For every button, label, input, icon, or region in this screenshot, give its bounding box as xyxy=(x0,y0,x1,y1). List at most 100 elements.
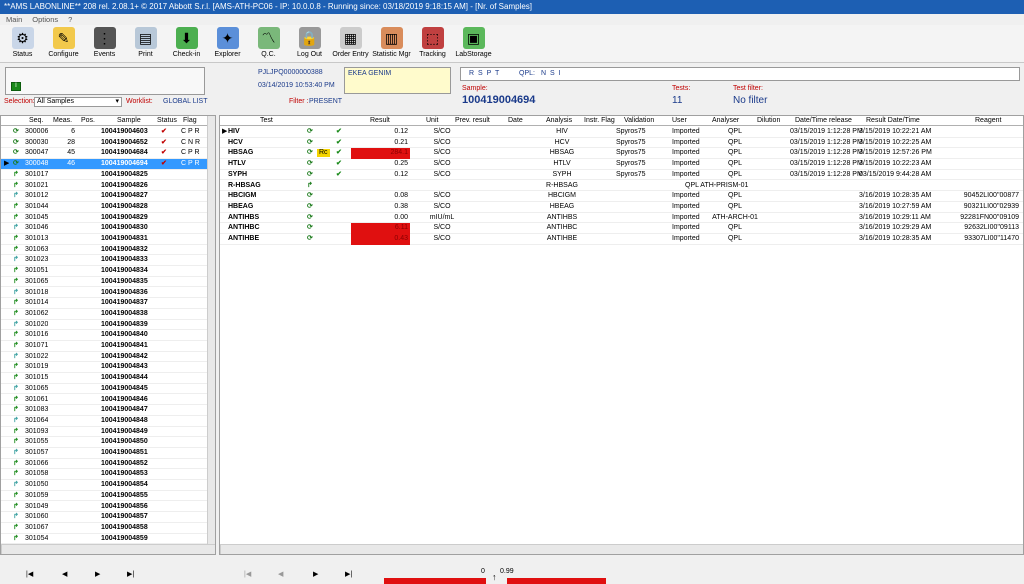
sample-row[interactable]: ↱ 301015 100419004844 xyxy=(1,373,207,384)
tests-column-header[interactable]: Result Date/Time xyxy=(866,116,920,126)
sample-row[interactable]: ↱ 301060 100419004857 xyxy=(1,512,207,523)
toolbar-explorer-button[interactable]: ✦ Explorer xyxy=(207,25,248,63)
toolbar-tracking-button[interactable]: ⬚ Tracking xyxy=(412,25,453,63)
test-row[interactable]: HBCIGM ⟳ 0.08 S/CO HBCIGM Imported QPL 3/16/201… xyxy=(220,191,1023,202)
tests-column-header[interactable]: Result xyxy=(370,116,390,126)
sample-row[interactable]: ↱ 301050 100419004854 xyxy=(1,480,207,491)
sample-row[interactable]: ↱ 301063 100419004832 xyxy=(1,245,207,256)
sample-row[interactable]: ↱ 301054 100419004859 xyxy=(1,534,207,545)
toolbar-labstorage-button[interactable]: ▣ LabStorage xyxy=(453,25,494,63)
sample-row[interactable]: ↱ 301064 100419004848 xyxy=(1,416,207,427)
sample-row[interactable]: ↱ 301023 100419004833 xyxy=(1,255,207,267)
sample-meas xyxy=(65,534,75,545)
sample-row[interactable]: ↱ 301093 100419004849 xyxy=(1,427,207,438)
test-row[interactable]: R-HBSAG ↱ R-HBSAG QPL ATH-PRISM-01 xyxy=(220,181,1023,192)
nav-next-button[interactable]: ▶ xyxy=(95,570,100,578)
tests-column-header[interactable]: Date xyxy=(508,116,523,126)
toolbar-q-c--button[interactable]: 〽 Q.C. xyxy=(248,25,289,63)
menu-help[interactable]: ? xyxy=(68,14,72,25)
tests-column-header[interactable]: User xyxy=(672,116,687,126)
refresh-icon: ⟳ xyxy=(307,235,313,242)
sample-row[interactable]: ↱ 301083 100419004847 xyxy=(1,405,207,416)
test-row[interactable]: SYPH ⟳ ✔ 0.12 S/CO SYPH Spyros75 Imported QPL 03/… xyxy=(220,170,1023,181)
sample-row[interactable]: ↱ 301065 100419004835 xyxy=(1,277,207,288)
tests-column-header[interactable]: Dilution xyxy=(757,116,780,126)
sample-row[interactable]: ⟳ 300047 45 100419004684 C P R ✔ xyxy=(1,148,207,160)
sample-row[interactable]: ↱ 301018 100419004836 xyxy=(1,288,207,299)
tests-column-header[interactable]: Analysis xyxy=(546,116,572,126)
sample-row[interactable]: ↱ 301071 100419004841 xyxy=(1,341,207,352)
sample-row[interactable]: ↱ 301067 100419004858 xyxy=(1,523,207,534)
toolbar-events-button[interactable]: ⋮ Events xyxy=(84,25,125,63)
toolbar-check-in-button[interactable]: ⬇ Check-in xyxy=(166,25,207,63)
tests-column-header[interactable]: Instr. Flag xyxy=(584,116,615,126)
tests-column-header[interactable]: Test xyxy=(260,116,273,126)
sample-row[interactable]: ↱ 301058 100419004853 xyxy=(1,469,207,481)
samples-column-header[interactable]: Meas. xyxy=(53,116,72,126)
samples-column-header[interactable]: Status xyxy=(157,116,177,126)
tests-column-header[interactable]: Validation xyxy=(624,116,654,126)
sample-row[interactable]: ↱ 301021 100419004826 xyxy=(1,181,207,192)
samples-column-header[interactable]: Sample xyxy=(117,116,141,126)
tests-horizontal-scrollbar[interactable] xyxy=(220,544,1023,554)
test-row[interactable]: HCV ⟳ ✔ 0.21 S/CO HCV Spyros75 Imported QPL 03/15… xyxy=(220,138,1023,149)
sample-row[interactable]: ↱ 301022 100419004842 xyxy=(1,352,207,363)
samples-column-header[interactable]: Flag xyxy=(183,116,197,126)
sample-row[interactable]: ↱ 301046 100419004830 xyxy=(1,223,207,234)
sample-row[interactable]: ↱ 301044 100419004828 xyxy=(1,202,207,213)
sample-row[interactable]: ⟳ 300006 6 100419004603 C P R ✔ xyxy=(1,127,207,138)
test-row[interactable]: HBSAG ⟳ Rc ✔ 284.1 S/CO HBSAG Spyros75 Imported Q… xyxy=(220,148,1023,160)
test-row[interactable]: ANTIHBC ⟳ 6.11 S/CO ANTIHBC Imported QPL 3/16/2… xyxy=(220,223,1023,234)
nav-last-button[interactable]: ▶| xyxy=(127,570,134,578)
sample-row[interactable]: ↱ 301049 100419004856 xyxy=(1,502,207,513)
tests-column-header[interactable]: Analyser xyxy=(712,116,739,126)
test-row[interactable]: HTLV ⟳ ✔ 0.25 S/CO HTLV Spyros75 Imported QPL 03/… xyxy=(220,159,1023,170)
sample-row[interactable]: ↱ 301051 100419004834 xyxy=(1,266,207,277)
toolbar-status-button[interactable]: ⚙ Status xyxy=(2,25,43,63)
sample-row[interactable]: ↱ 301059 100419004855 xyxy=(1,491,207,502)
test-row[interactable]: ANTIHBE ⟳ 0.43 S/CO ANTIHBE Imported QPL 3/16/2… xyxy=(220,234,1023,245)
sample-row[interactable]: ↱ 301017 100419004825 xyxy=(1,170,207,181)
test-row[interactable]: ANTIHBS ⟳ 0.00 mIU/mL ANTIHBS Imported ATH-ARC… xyxy=(220,213,1023,224)
sample-row[interactable]: ↱ 301057 100419004851 xyxy=(1,448,207,459)
sample-row[interactable]: ↱ 301055 100419004850 xyxy=(1,437,207,448)
sample-row[interactable]: ↱ 301061 100419004846 xyxy=(1,395,207,406)
samples-column-header[interactable]: Seq. xyxy=(29,116,43,126)
sample-row[interactable]: ↱ 301014 100419004837 xyxy=(1,298,207,309)
menu-options[interactable]: Options xyxy=(32,14,58,25)
menu-main[interactable]: Main xyxy=(6,14,22,25)
test-nav-last-button[interactable]: ▶| xyxy=(345,570,352,578)
sample-row[interactable]: ↱ 301012 100419004827 xyxy=(1,191,207,202)
toolbar-configure-button[interactable]: ✎ Configure xyxy=(43,25,84,63)
tests-column-header[interactable]: Unit xyxy=(426,116,438,126)
sample-meas xyxy=(65,395,75,406)
toolbar-log-out-button[interactable]: 🔒 Log Out xyxy=(289,25,330,63)
sample-row[interactable]: ↱ 301066 100419004852 xyxy=(1,459,207,470)
test-nav-prev-button[interactable]: ◀ xyxy=(278,570,283,578)
test-row[interactable]: HBEAG ⟳ 0.38 S/CO HBEAG Imported QPL 3/16/2019 … xyxy=(220,202,1023,213)
sample-row[interactable]: ↱ 301019 100419004843 xyxy=(1,362,207,374)
selection-dropdown[interactable]: All Samples ▾ xyxy=(34,97,122,107)
sample-row[interactable]: ⟳ 300030 28 100419004652 C N R ✔ xyxy=(1,138,207,149)
tests-column-header[interactable]: Prev. result xyxy=(455,116,490,126)
toolbar-statistic-mgr-button[interactable]: ▥ Statistic Mgr xyxy=(371,25,412,63)
tests-column-header[interactable]: Date/Time release xyxy=(795,116,852,126)
sample-row[interactable]: ↱ 301062 100419004838 xyxy=(1,309,207,320)
sample-row[interactable]: ↱ 301013 100419004831 xyxy=(1,234,207,245)
test-nav-next-button[interactable]: ▶ xyxy=(313,570,318,578)
test-row[interactable]: ▶ HIV ⟳ ✔ 0.12 S/CO HIV Spyros75 Imported QPL 03/1… xyxy=(220,127,1023,138)
sample-row[interactable]: ↱ 301016 100419004840 xyxy=(1,330,207,341)
toolbar-order-entry-button[interactable]: ▦ Order Entry xyxy=(330,25,371,63)
sample-row[interactable]: ▶ ⟳ 300048 46 100419004694 C P R ✔ xyxy=(1,159,207,170)
nav-first-button[interactable]: |◀ xyxy=(26,570,33,578)
test-nav-first-button[interactable]: |◀ xyxy=(244,570,251,578)
tests-column-header[interactable]: Reagent xyxy=(975,116,1001,126)
toolbar-print-button[interactable]: ▤ Print xyxy=(125,25,166,63)
nav-prev-button[interactable]: ◀ xyxy=(62,570,67,578)
samples-horizontal-scrollbar[interactable] xyxy=(1,544,215,554)
samples-vertical-scrollbar[interactable] xyxy=(207,116,215,544)
sample-row[interactable]: ↱ 301065 100419004845 xyxy=(1,384,207,395)
sample-row[interactable]: ↱ 301020 100419004839 xyxy=(1,320,207,331)
samples-column-header[interactable]: Pos. xyxy=(81,116,95,126)
sample-row[interactable]: ↱ 301045 100419004829 xyxy=(1,213,207,224)
